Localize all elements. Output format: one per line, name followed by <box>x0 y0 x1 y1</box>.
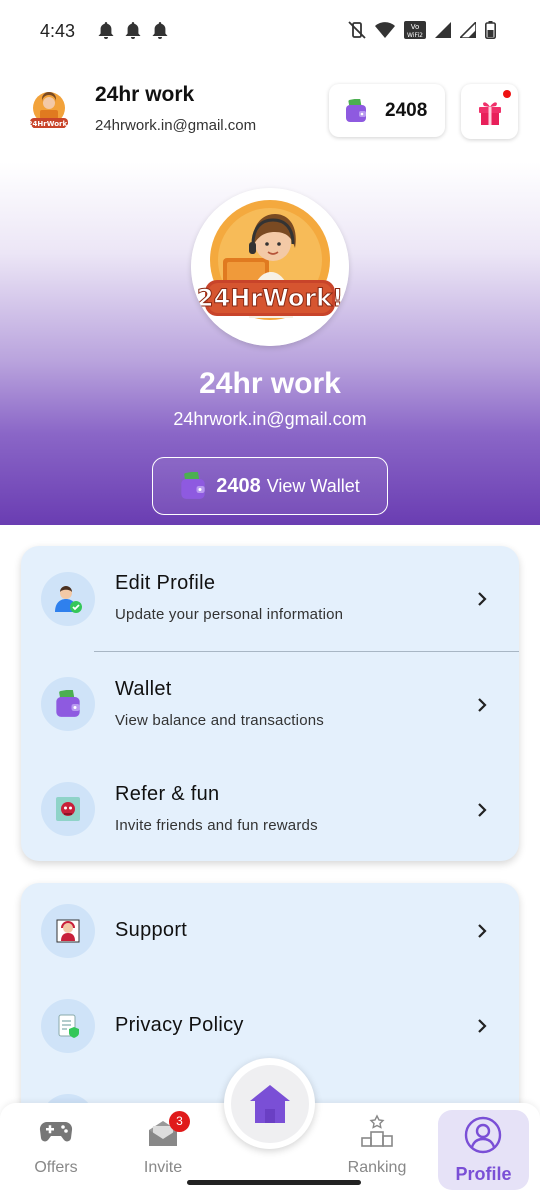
vibrate-mute-icon <box>348 21 366 39</box>
menu-item-title: Refer & fun <box>115 783 220 805</box>
nav-label: Ranking <box>347 1159 407 1176</box>
menu-item-subtitle: View balance and transactions <box>115 712 324 729</box>
notification-bell-icon <box>125 22 141 39</box>
gesture-bar <box>187 1180 361 1185</box>
menu-item-support[interactable]: Support <box>21 883 519 988</box>
gift-notification-dot <box>503 90 511 98</box>
menu-item-title: Edit Profile <box>115 572 216 594</box>
app-logo[interactable]: 24HrWork! <box>26 88 72 134</box>
svg-text:24HrWork!: 24HrWork! <box>28 120 71 128</box>
wifi-icon <box>375 22 395 38</box>
status-bar: 4:43 Vo WiFi2 <box>0 0 540 62</box>
coin-balance-value: 2408 <box>385 99 428 121</box>
gift-icon <box>478 101 501 125</box>
gift-button[interactable] <box>461 84 518 139</box>
coin-balance-button[interactable]: 2408 <box>329 84 445 137</box>
status-icons: Vo WiFi2 <box>348 20 496 40</box>
profile-hero: 24HrWork! 24hr work 24hrwork.in@gmail.co… <box>0 162 540 525</box>
menu-item-refer[interactable]: Refer & fun Invite friends and fun rewar… <box>21 756 519 861</box>
document-shield-icon <box>41 999 95 1053</box>
menu-item-title: Support <box>115 919 188 941</box>
profile-avatar[interactable]: 24HrWork! <box>191 188 349 346</box>
svg-text:24HrWork!: 24HrWork! <box>197 284 343 312</box>
menu-item-title: Privacy Policy <box>115 1014 244 1036</box>
menu-item-edit-profile[interactable]: Edit Profile Update your personal inform… <box>21 546 519 651</box>
home-button-inner <box>230 1064 309 1143</box>
menu-item-wallet[interactable]: Wallet View balance and transactions <box>21 651 519 756</box>
gift-card-icon <box>41 782 95 836</box>
signal-icon <box>435 22 451 38</box>
wallet-icon <box>181 472 205 499</box>
support-agent-icon <box>41 904 95 958</box>
home-icon <box>249 1084 290 1123</box>
wallet-label: View Wallet <box>266 475 360 496</box>
chevron-right-icon <box>478 698 487 712</box>
status-time: 4:43 <box>40 20 76 41</box>
signal-icon <box>460 22 476 38</box>
header-username: 24hr work <box>95 83 195 106</box>
profile-name: 24hr work <box>199 367 341 400</box>
wallet-amount: 2408 <box>216 474 261 497</box>
vowifi-icon: VoWiFi2 <box>404 21 426 39</box>
menu-item-subtitle: Update your personal information <box>115 606 344 623</box>
chevron-right-icon <box>478 592 487 606</box>
view-wallet-button[interactable]: 2408 View Wallet <box>152 457 388 515</box>
user-shield-icon <box>41 572 95 626</box>
notification-bell-icon <box>98 22 114 39</box>
gamepad-icon <box>39 1121 73 1142</box>
menu-item-subtitle: Invite friends and fun rewards <box>115 817 318 834</box>
app-header: 24HrWork! 24hr work 24hrwork.in@gmail.co… <box>0 62 540 162</box>
menu-item-title: Wallet <box>115 678 172 700</box>
chevron-right-icon <box>478 803 487 817</box>
notification-bell-icon <box>152 22 168 39</box>
chevron-right-icon <box>478 924 487 938</box>
svg-text:Vo: Vo <box>411 23 420 31</box>
battery-icon <box>485 21 496 39</box>
nav-label: Invite <box>143 1159 183 1176</box>
wallet-icon <box>41 677 95 731</box>
home-button[interactable] <box>224 1058 315 1149</box>
profile-icon <box>464 1116 502 1154</box>
nav-offers[interactable]: Offers <box>6 1103 106 1196</box>
chevron-right-icon <box>478 1019 487 1033</box>
svg-text:WiFi2: WiFi2 <box>407 32 423 39</box>
invite-badge: 3 <box>169 1111 190 1132</box>
nav-label: Offers <box>34 1159 78 1176</box>
nav-profile[interactable]: Profile <box>438 1110 529 1190</box>
profile-email: 24hrwork.in@gmail.com <box>173 409 367 429</box>
header-email: 24hrwork.in@gmail.com <box>95 117 257 134</box>
brand-logo-image: 24HrWork! <box>191 188 349 346</box>
nav-label: Profile <box>455 1164 512 1184</box>
podium-icon <box>361 1114 393 1147</box>
wallet-icon <box>346 98 366 122</box>
account-menu-card: Edit Profile Update your personal inform… <box>21 546 519 861</box>
